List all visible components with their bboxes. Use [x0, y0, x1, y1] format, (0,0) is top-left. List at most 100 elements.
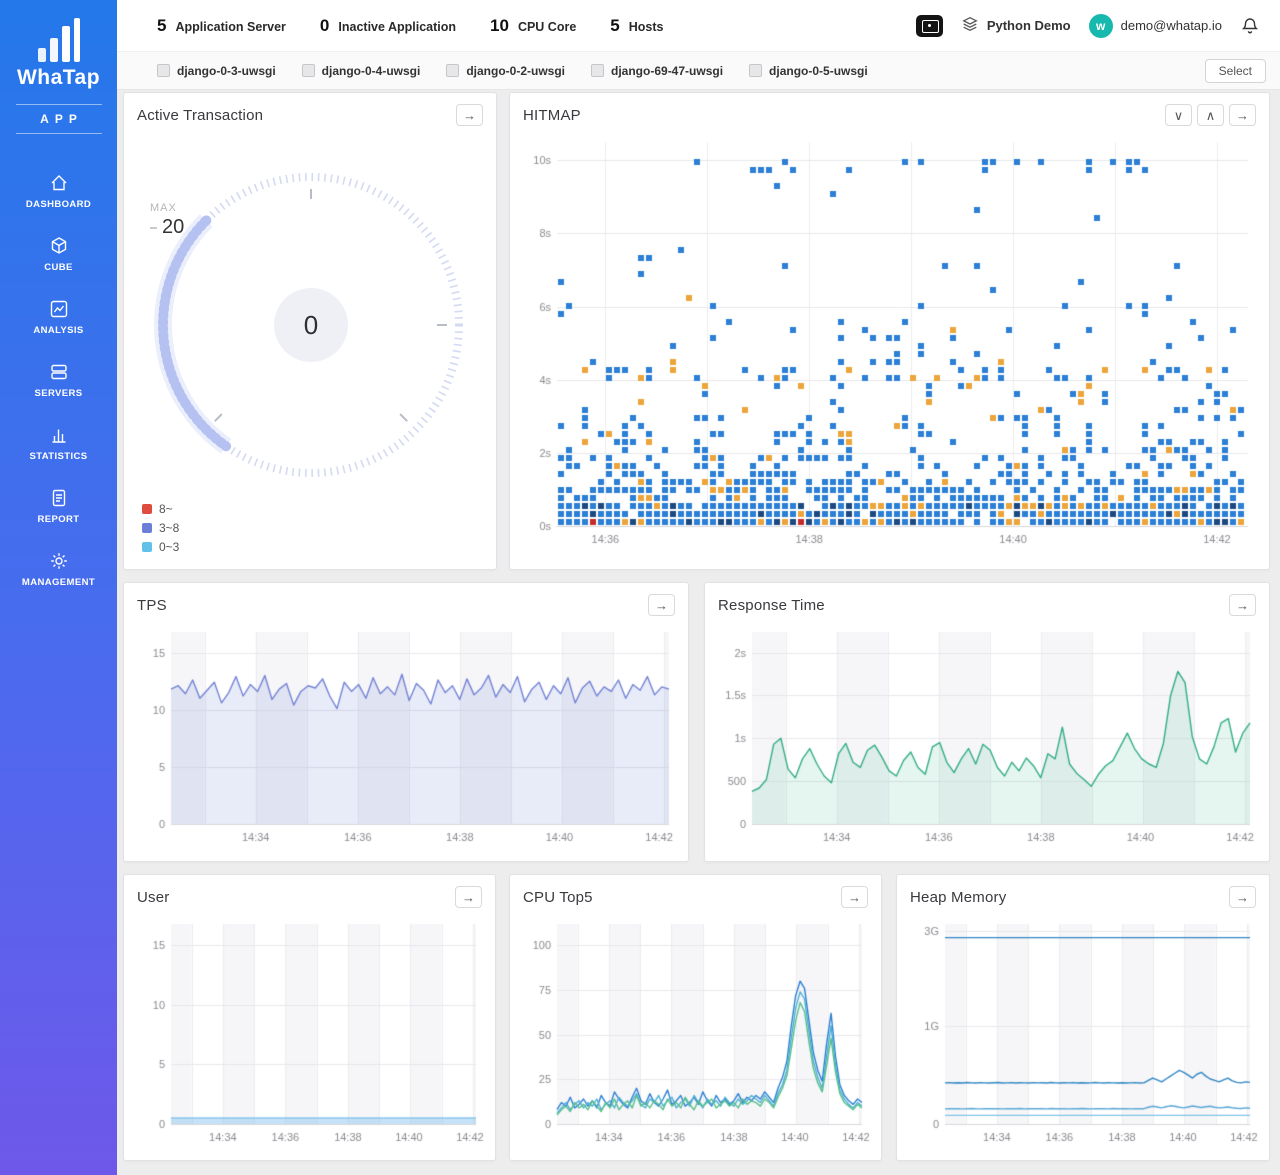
hitmap-chart[interactable] [521, 134, 1258, 548]
arrow-right-icon: → [1236, 109, 1249, 122]
avatar: w [1089, 14, 1113, 38]
legend-item: 0~3 [142, 540, 179, 554]
arrow-right-icon: → [655, 599, 668, 612]
tick-dash [150, 227, 157, 229]
heap-memory-chart[interactable] [909, 916, 1258, 1146]
user-chart[interactable] [135, 916, 484, 1146]
panel-response-time: Response Time → [704, 582, 1270, 862]
arrow-right-icon: → [1236, 891, 1249, 904]
hitmap-collapse-button[interactable]: ∨ [1165, 104, 1192, 126]
response-time-chart[interactable] [716, 624, 1258, 846]
agent-checkbox[interactable] [157, 64, 170, 77]
stat-cpu-core: 10 CPU Core [490, 16, 576, 36]
report-document-icon [49, 488, 69, 508]
sidebar-item-cube[interactable]: CUBE [0, 223, 117, 286]
chevron-up-icon: ∧ [1206, 109, 1216, 122]
tps-chart[interactable] [135, 624, 677, 846]
gauge-max-value: 20 [162, 216, 184, 239]
sidebar-item-dashboard[interactable]: DASHBOARD [0, 160, 117, 223]
account-menu[interactable]: w demo@whatap.io [1089, 14, 1222, 38]
top-bar: 5 Application Server 0 Inactive Applicat… [117, 0, 1280, 52]
panel-title: HITMAP [523, 107, 581, 124]
sidebar: WhaTap APP DASHBOARD CUBE ANALYSIS SERVE… [0, 0, 117, 1175]
arrow-right-icon: → [462, 891, 475, 904]
sidebar-item-analysis[interactable]: ANALYSIS [0, 286, 117, 349]
panel-tps: TPS → [123, 582, 689, 862]
active-transaction-gauge: 0 MAX 20 8~ 3~8 0~3 [124, 132, 496, 566]
open-panel-button[interactable]: → [1229, 104, 1256, 126]
agent-checkbox[interactable] [446, 64, 459, 77]
chevron-down-icon: ∨ [1174, 109, 1184, 122]
arrow-right-icon: → [848, 891, 861, 904]
cpu-top5-chart[interactable] [521, 916, 870, 1146]
active-transaction-value: 0 [304, 310, 318, 340]
servers-icon [49, 362, 69, 382]
gear-icon [49, 551, 69, 571]
hitmap-expand-button[interactable]: ∧ [1197, 104, 1224, 126]
panel-title: Active Transaction [137, 107, 263, 124]
open-panel-button[interactable]: → [455, 886, 482, 908]
open-panel-button[interactable]: → [456, 104, 483, 126]
account-email: demo@whatap.io [1121, 18, 1222, 33]
sidebar-item-report[interactable]: REPORT [0, 475, 117, 538]
open-panel-button[interactable]: → [1229, 886, 1256, 908]
gauge-max: MAX 20 [150, 202, 184, 239]
agent-label: django-0-2-uwsgi [466, 64, 565, 78]
agent-label: django-69-47-uwsgi [611, 64, 723, 78]
stat-application-server: 5 Application Server [157, 16, 286, 36]
sidebar-item-management[interactable]: MANAGEMENT [0, 538, 117, 601]
bell-icon[interactable] [1240, 16, 1260, 36]
app-section-label: APP [16, 104, 102, 134]
agent-label: django-0-4-uwsgi [322, 64, 421, 78]
sidebar-item-statistics[interactable]: STATISTICS [0, 412, 117, 475]
capture-icon[interactable] [916, 15, 943, 37]
select-button[interactable]: Select [1205, 59, 1266, 83]
panel-title: Response Time [718, 597, 825, 614]
legend-swatch [142, 504, 152, 514]
agent-filter-bar: django-0-3-uwsgi django-0-4-uwsgi django… [117, 52, 1280, 90]
panel-title: TPS [137, 597, 167, 614]
panel-title: Heap Memory [910, 889, 1006, 906]
stat-inactive-application: 0 Inactive Application [320, 16, 456, 36]
arrow-right-icon: → [463, 109, 476, 122]
legend-item: 3~8 [142, 521, 179, 535]
panel-cpu-top5: CPU Top5 → [509, 874, 882, 1161]
agent-filter-item[interactable]: django-0-2-uwsgi [446, 64, 565, 78]
legend-swatch [142, 542, 152, 552]
home-icon [49, 173, 69, 193]
legend-swatch [142, 523, 152, 533]
whatap-logo: WhaTap [0, 0, 117, 90]
agent-checkbox[interactable] [591, 64, 604, 77]
gauge-max-label: MAX [150, 202, 184, 214]
open-panel-button[interactable]: → [1229, 594, 1256, 616]
panel-active-transaction: Active Transaction → 0 MAX 20 8~ [123, 92, 497, 570]
agent-checkbox[interactable] [749, 64, 762, 77]
open-panel-button[interactable]: → [841, 886, 868, 908]
brand-name: WhaTap [0, 66, 117, 90]
legend-item: 8~ [142, 502, 179, 516]
arrow-right-icon: → [1236, 599, 1249, 612]
stat-hosts: 5 Hosts [610, 16, 663, 36]
cube-icon [49, 236, 69, 256]
open-panel-button[interactable]: → [648, 594, 675, 616]
bar-chart-icon [49, 425, 69, 445]
panel-heap-memory: Heap Memory → [896, 874, 1270, 1161]
agent-checkbox[interactable] [302, 64, 315, 77]
agent-filter-item[interactable]: django-0-4-uwsgi [302, 64, 421, 78]
agent-filter-item[interactable]: django-0-3-uwsgi [157, 64, 276, 78]
project-selector[interactable]: Python Demo [961, 15, 1071, 36]
agent-label: django-0-5-uwsgi [769, 64, 868, 78]
panel-user: User → [123, 874, 496, 1161]
sidebar-nav: DASHBOARD CUBE ANALYSIS SERVERS STATISTI… [0, 160, 117, 601]
agent-filter-item[interactable]: django-0-5-uwsgi [749, 64, 868, 78]
top-right-controls: Python Demo w demo@whatap.io [916, 14, 1260, 38]
panel-title: CPU Top5 [523, 889, 593, 906]
layers-icon [961, 15, 979, 36]
gauge-legend: 8~ 3~8 0~3 [142, 497, 179, 554]
agent-filter-item[interactable]: django-69-47-uwsgi [591, 64, 723, 78]
panel-hitmap: HITMAP ∨ ∧ → [509, 92, 1270, 570]
agent-label: django-0-3-uwsgi [177, 64, 276, 78]
project-name: Python Demo [987, 18, 1071, 33]
sidebar-item-servers[interactable]: SERVERS [0, 349, 117, 412]
analysis-chart-icon [49, 299, 69, 319]
